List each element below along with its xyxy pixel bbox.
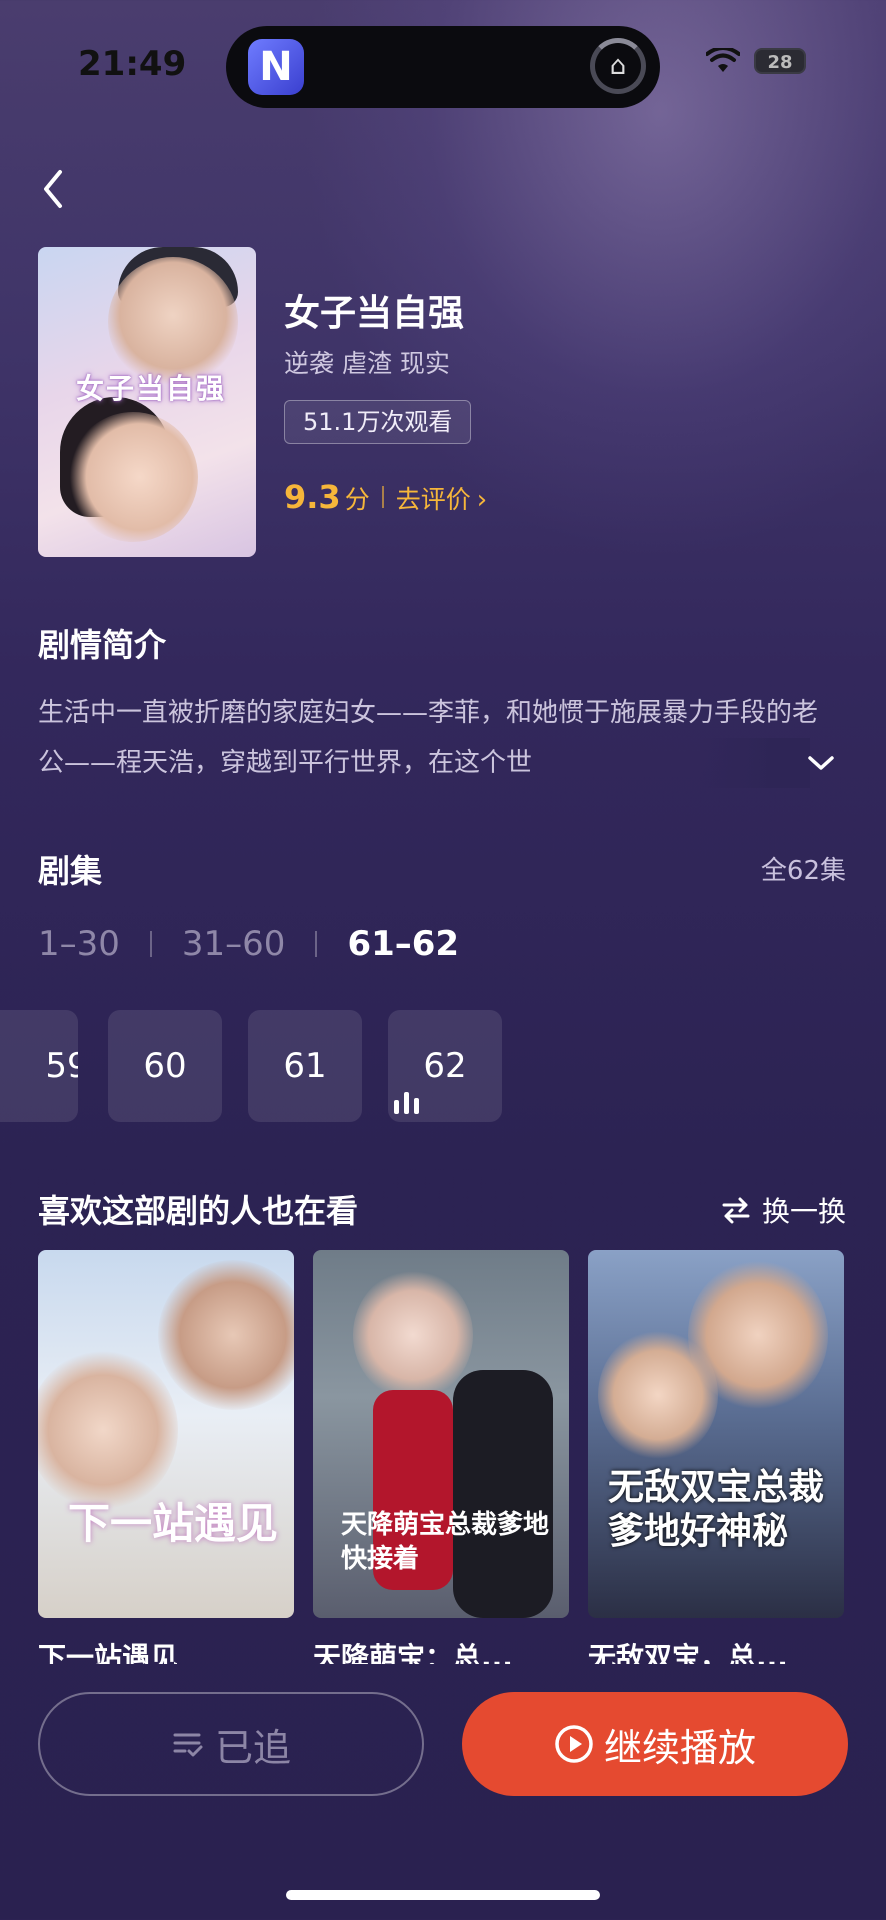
play-circle-icon	[555, 1725, 593, 1763]
view-count-badge: 51.1万次观看	[284, 400, 472, 444]
app-logo-icon: N	[248, 39, 304, 95]
rate-link[interactable]: 去评价	[396, 480, 471, 516]
recommend-heading: 喜欢这部剧的人也在看	[38, 1192, 359, 1230]
shuffle-label: 换一换	[761, 1195, 846, 1228]
continue-play-label: 继续播放	[603, 1725, 756, 1770]
rating-divider	[381, 486, 384, 508]
range-tab-2[interactable]: 31–60	[182, 924, 286, 964]
list-check-icon	[173, 1733, 203, 1757]
episode-tile[interactable]: 60	[108, 1010, 222, 1122]
show-cover[interactable]: 女子当自强	[38, 247, 256, 557]
continue-play-button[interactable]: 继续播放	[462, 1692, 848, 1796]
episode-tile[interactable]: 59	[0, 1010, 78, 1122]
poster-title: 下一站遇见	[68, 1499, 279, 1548]
swap-icon	[722, 1197, 750, 1224]
status-indicators: 28	[706, 48, 806, 74]
now-playing-icon	[394, 1092, 419, 1114]
wifi-icon	[706, 48, 740, 72]
recommend-poster[interactable]: 无敌双宝总裁爹地好神秘	[588, 1250, 844, 1618]
status-time: 21:49	[78, 44, 187, 84]
show-title: 女子当自强	[284, 293, 465, 334]
cover-title: 女子当自强	[76, 372, 227, 405]
rating-row: 9.3 分 去评价 ›	[284, 478, 487, 516]
rating-unit: 分	[344, 485, 370, 514]
episode-number: 59	[45, 1046, 78, 1086]
chevron-down-icon[interactable]	[804, 748, 838, 778]
battery-icon: 28	[754, 48, 806, 74]
episodes-heading: 剧集	[38, 852, 103, 890]
range-tab-1[interactable]: 1–30	[38, 924, 120, 964]
range-tab-3[interactable]: 61–62	[347, 924, 459, 964]
synopsis-fade	[700, 738, 810, 788]
poster-title: 天降萌宝总裁爹地快接着	[341, 1510, 550, 1574]
broom-icon: ⌂	[590, 38, 646, 94]
show-genres: 逆袭 虐渣 现实	[284, 349, 450, 378]
dynamic-island: N ⌂	[226, 26, 660, 108]
followed-button[interactable]: 已追	[38, 1692, 424, 1796]
followed-label: 已追	[214, 1725, 291, 1770]
chevron-right-icon[interactable]: ›	[477, 485, 487, 515]
episode-range-tabs: 1–30 31–60 61–62	[38, 924, 459, 964]
synopsis-heading: 剧情简介	[38, 626, 167, 664]
poster-caption[interactable]: 下一站遇见	[38, 1636, 294, 1664]
range-divider	[315, 931, 318, 957]
episodes-total[interactable]: 全62集	[761, 850, 846, 887]
rating-score: 9.3	[284, 478, 341, 516]
recommend-poster[interactable]: 下一站遇见	[38, 1250, 294, 1618]
recommend-poster[interactable]: 天降萌宝总裁爹地快接着	[313, 1250, 569, 1618]
poster-title: 无敌双宝总裁爹地好神秘	[608, 1467, 825, 1552]
episode-tile[interactable]: 61	[248, 1010, 362, 1122]
poster-caption[interactable]: 天降萌宝：总...	[313, 1636, 569, 1664]
poster-caption[interactable]: 无敌双宝，总...	[588, 1636, 844, 1664]
home-indicator	[286, 1890, 600, 1900]
back-icon[interactable]	[34, 162, 78, 216]
range-divider	[149, 931, 152, 957]
shuffle-button[interactable]: 换一换	[720, 1190, 846, 1230]
